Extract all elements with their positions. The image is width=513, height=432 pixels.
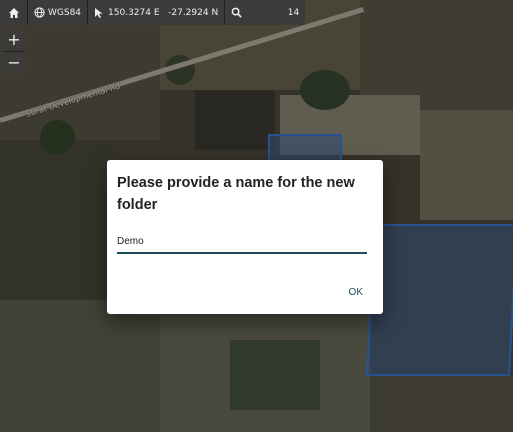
- home-button[interactable]: [0, 0, 28, 25]
- map-toolbar: WGS84 150.3274 E -27.2924 N 14: [0, 0, 306, 25]
- crs-label: WGS84: [48, 7, 82, 18]
- crs-selector[interactable]: WGS84: [28, 0, 89, 25]
- zoom-in-button[interactable]: +: [3, 29, 25, 51]
- coordinates-text: 150.3274 E -27.2924 N: [108, 7, 219, 18]
- folder-name-input[interactable]: [117, 230, 367, 254]
- new-folder-dialog: Please provide a name for the new folder…: [107, 160, 383, 314]
- globe-icon: [34, 7, 45, 18]
- magnifier-icon: [231, 7, 242, 18]
- zoom-level-readout: 14: [225, 0, 305, 25]
- pointer-icon: [94, 7, 104, 19]
- home-icon: [8, 7, 20, 19]
- zoom-out-button[interactable]: −: [3, 51, 25, 74]
- coordinate-readout: 150.3274 E -27.2924 N: [88, 0, 226, 25]
- dialog-title: Please provide a name for the new folder: [117, 175, 355, 213]
- zoom-controls: + −: [3, 29, 25, 74]
- zoom-level-value: 14: [287, 7, 300, 18]
- ok-button[interactable]: OK: [343, 283, 369, 302]
